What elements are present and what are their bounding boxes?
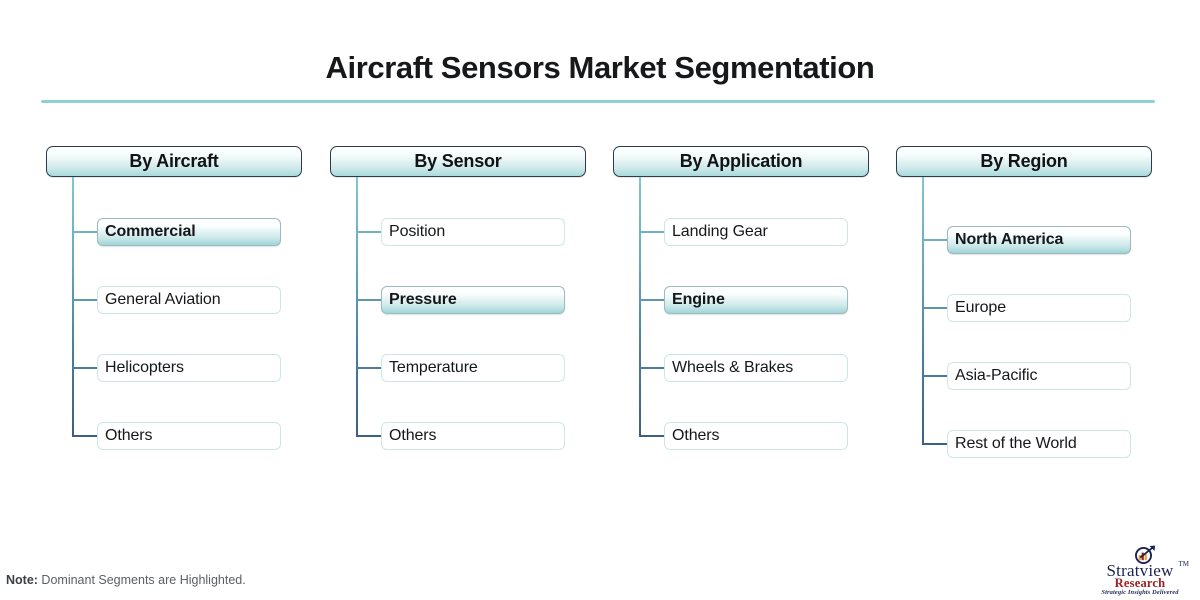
stratview-research-logo: Stratview TM Research Strategic Insights…: [1088, 544, 1192, 596]
segment-item-highlighted[interactable]: Engine: [664, 286, 848, 314]
segment-item-row: Europe: [896, 294, 1152, 322]
segment-item-highlighted[interactable]: Pressure: [381, 286, 565, 314]
segment-item-row: General Aviation: [46, 286, 302, 314]
branch-connector: [72, 299, 97, 301]
logo-trademark: TM: [1178, 560, 1190, 568]
segment-item-row: Rest of the World: [896, 430, 1152, 458]
page-title: Aircraft Sensors Market Segmentation: [325, 50, 875, 85]
branch-connector: [639, 299, 664, 301]
segment-item[interactable]: Wheels & Brakes: [664, 354, 848, 382]
segment-item-row: Temperature: [330, 354, 586, 382]
segment-item-row: North America: [896, 226, 1152, 254]
branch-connector: [72, 435, 97, 437]
branch-connector: [356, 367, 381, 369]
segment-item-highlighted[interactable]: Commercial: [97, 218, 281, 246]
column-header-by-sensor[interactable]: By Sensor: [330, 146, 586, 177]
branch-connector: [356, 299, 381, 301]
branch-connector: [922, 307, 947, 309]
branch-connector: [72, 367, 97, 369]
segment-item-row: Position: [330, 218, 586, 246]
segment-item[interactable]: Europe: [947, 294, 1131, 322]
column-header-by-application[interactable]: By Application: [613, 146, 869, 177]
segment-item-row: Commercial: [46, 218, 302, 246]
segment-item-row: Landing Gear: [613, 218, 869, 246]
segment-item-row: Others: [46, 422, 302, 450]
segment-column-by-sensor: By Sensor Position Pressure Temperature Othe…: [330, 146, 586, 450]
segment-item-highlighted[interactable]: North America: [947, 226, 1131, 254]
footer-note-label: Note:: [6, 573, 38, 587]
branch-connector: [356, 435, 381, 437]
branch-connector: [922, 239, 947, 241]
branch-connector: [639, 435, 664, 437]
segment-item[interactable]: Asia-Pacific: [947, 362, 1131, 390]
segment-item-row: Others: [330, 422, 586, 450]
column-header-by-region[interactable]: By Region: [896, 146, 1152, 177]
segmentation-infographic: Aircraft Sensors Market Segmentation By …: [0, 0, 1200, 600]
segment-item-row: Helicopters: [46, 354, 302, 382]
segment-item-row: Engine: [613, 286, 869, 314]
segment-item-row: Asia-Pacific: [896, 362, 1152, 390]
segment-item[interactable]: Temperature: [381, 354, 565, 382]
branch-connector: [922, 375, 947, 377]
segment-column-by-region: By Region North America Europe Asia-Pacific…: [896, 146, 1152, 458]
segment-item[interactable]: Others: [97, 422, 281, 450]
segment-item[interactable]: Helicopters: [97, 354, 281, 382]
branch-connector: [356, 231, 381, 233]
segment-item[interactable]: General Aviation: [97, 286, 281, 314]
title-divider: [41, 100, 1155, 103]
segment-item[interactable]: Landing Gear: [664, 218, 848, 246]
segment-item[interactable]: Position: [381, 218, 565, 246]
footer-note: Note: Dominant Segments are Highlighted.: [6, 573, 246, 587]
segment-column-by-aircraft: By Aircraft Commercial General Aviation Hel…: [46, 146, 302, 450]
logo-tagline: Strategic Insights Delivered: [1101, 589, 1179, 596]
segment-item[interactable]: Others: [381, 422, 565, 450]
footer-note-text: Dominant Segments are Highlighted.: [37, 573, 246, 587]
segment-item-row: Others: [613, 422, 869, 450]
segment-item-row: Pressure: [330, 286, 586, 314]
segment-item-row: Wheels & Brakes: [613, 354, 869, 382]
branch-connector: [72, 231, 97, 233]
segment-item[interactable]: Others: [664, 422, 848, 450]
branch-connector: [639, 231, 664, 233]
segment-column-by-application: By Application Landing Gear Engine Wheels &…: [613, 146, 869, 450]
column-header-by-aircraft[interactable]: By Aircraft: [46, 146, 302, 177]
branch-connector: [639, 367, 664, 369]
branch-connector: [922, 443, 947, 445]
segment-item[interactable]: Rest of the World: [947, 430, 1131, 458]
